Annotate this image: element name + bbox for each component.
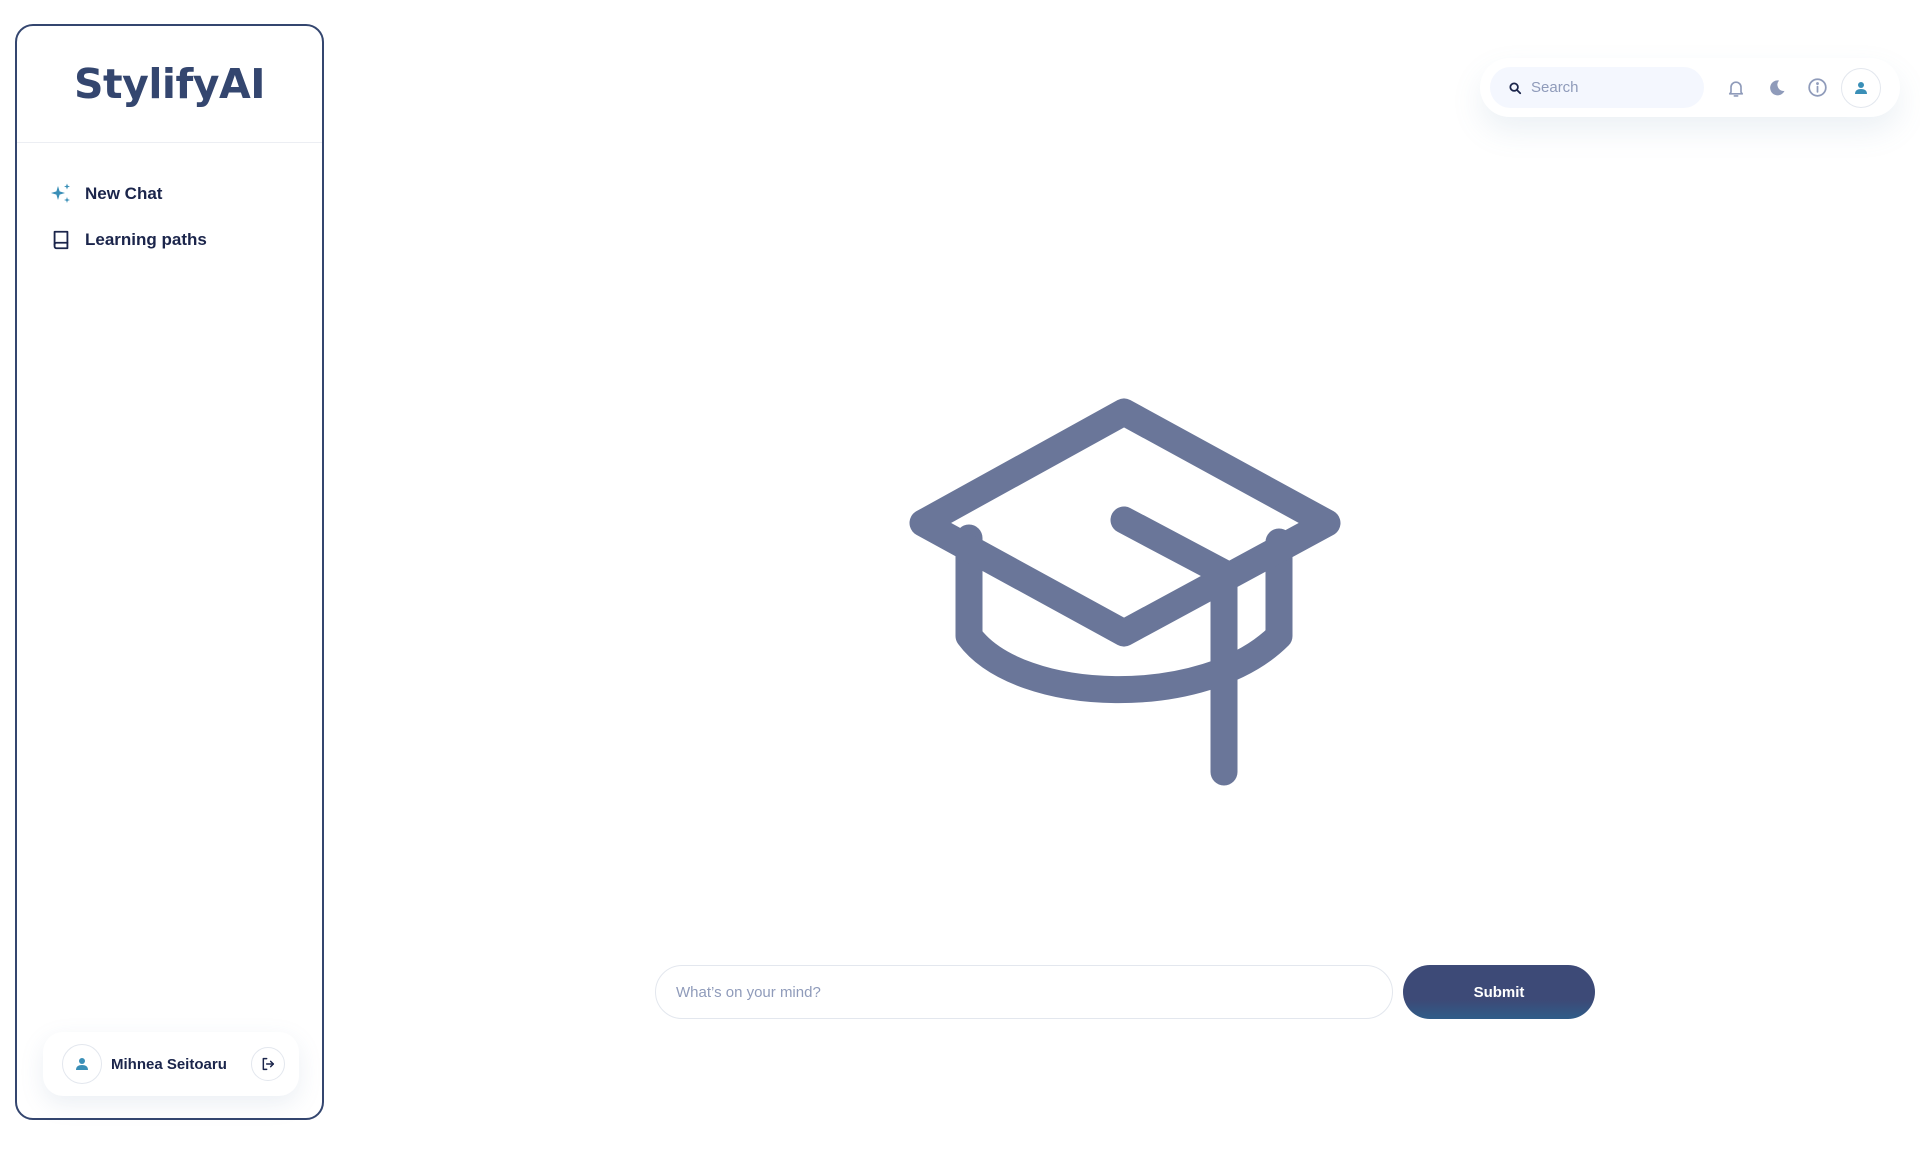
- search-input[interactable]: [1531, 79, 1691, 96]
- sidebar-item-label: New Chat: [85, 184, 163, 203]
- sidebar-nav: New Chat Learning paths: [17, 143, 322, 263]
- user-avatar[interactable]: [62, 1044, 102, 1084]
- submit-button[interactable]: Submit: [1403, 965, 1595, 1019]
- brand-logo[interactable]: StylifyAI: [74, 60, 266, 108]
- prompt-input[interactable]: [655, 965, 1393, 1019]
- brand-header: StylifyAI: [17, 26, 322, 143]
- sidebar-item-learning-paths[interactable]: Learning paths: [17, 217, 322, 263]
- graduation-cap-icon: [909, 398, 1341, 786]
- sparkles-icon: [49, 182, 73, 206]
- top-icons: [1715, 67, 1881, 108]
- top-bar: [1480, 58, 1900, 117]
- bell-icon: [1728, 80, 1743, 97]
- info-icon: [1808, 78, 1827, 97]
- sidebar-item-new-chat[interactable]: New Chat: [17, 171, 322, 217]
- user-name: Mihnea Seitoaru: [111, 1055, 227, 1073]
- notifications-button[interactable]: [1715, 67, 1756, 108]
- logout-icon: [262, 1057, 275, 1071]
- profile-button[interactable]: [1841, 67, 1881, 108]
- search-icon: [1509, 81, 1522, 94]
- chat-composer: Submit: [655, 965, 1595, 1019]
- dark-mode-toggle[interactable]: [1756, 67, 1797, 108]
- sidebar-item-label: Learning paths: [85, 230, 207, 249]
- book-icon: [49, 228, 73, 252]
- sidebar: StylifyAI New Chat Learning paths Mihnea…: [15, 24, 324, 1120]
- search-box[interactable]: [1490, 67, 1704, 108]
- info-button[interactable]: [1797, 67, 1838, 108]
- person-icon: [1855, 81, 1867, 94]
- person-icon: [76, 1058, 88, 1070]
- hero-illustration: [900, 398, 1350, 788]
- moon-icon: [1769, 79, 1784, 95]
- user-card: Mihnea Seitoaru: [43, 1032, 299, 1096]
- logout-button[interactable]: [251, 1047, 285, 1081]
